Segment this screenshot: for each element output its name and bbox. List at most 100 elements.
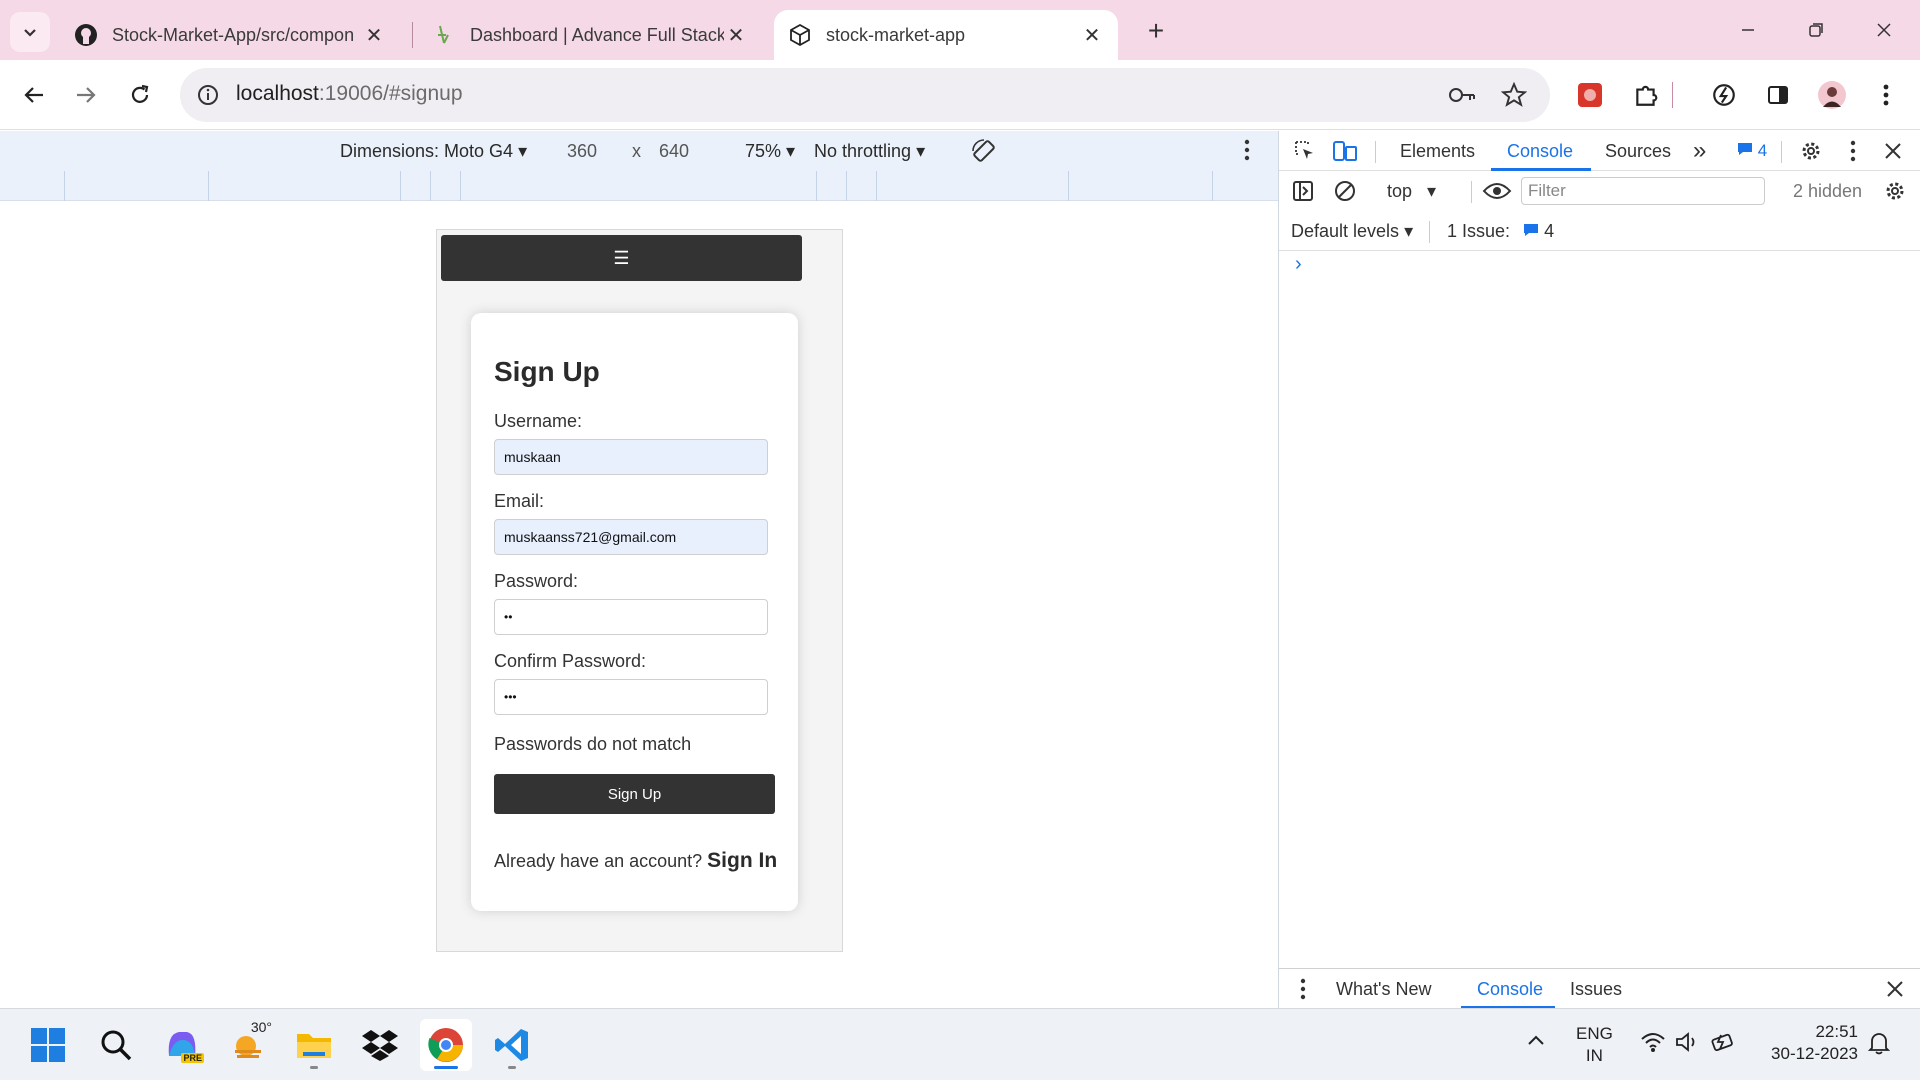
notifications-button[interactable]: [1867, 1031, 1891, 1061]
issues-link[interactable]: 1 Issue: 4: [1447, 221, 1554, 242]
browser-tab-github[interactable]: Stock-Market-App/src/compon ✕: [60, 10, 400, 60]
device-toolbar-menu-icon[interactable]: [1243, 139, 1251, 166]
sidebar-toggle-icon[interactable]: [1289, 177, 1317, 205]
extensions-puzzle-icon[interactable]: [1628, 77, 1664, 113]
devtools-tab-elements[interactable]: Elements: [1400, 141, 1475, 162]
close-window-button[interactable]: [1864, 12, 1904, 48]
cube-icon: [788, 23, 812, 47]
password-input[interactable]: ••: [494, 599, 768, 635]
tab-search-button[interactable]: [10, 12, 50, 52]
close-devtools-icon[interactable]: [1879, 137, 1907, 165]
arrow-left-icon: [24, 87, 43, 103]
inspect-element-icon[interactable]: [1291, 137, 1319, 165]
device-width-input[interactable]: 360: [567, 141, 597, 162]
device-dimensions-select[interactable]: Dimensions: Moto G4 ▾: [340, 141, 527, 162]
minimize-button[interactable]: [1728, 12, 1768, 48]
console-filter-input[interactable]: Filter: [1521, 177, 1765, 205]
throttling-select[interactable]: No throttling ▾: [814, 141, 925, 162]
bookmark-star-icon[interactable]: [1500, 81, 1528, 109]
throttling-value: No throttling: [814, 141, 912, 161]
clear-console-icon[interactable]: [1331, 177, 1359, 205]
profile-avatar[interactable]: [1814, 77, 1850, 113]
confirm-password-input[interactable]: •••: [494, 679, 768, 715]
ruler-segment[interactable]: [400, 171, 401, 201]
weather-widget[interactable]: 30°: [222, 1019, 274, 1071]
ruler-segment[interactable]: [1068, 171, 1069, 201]
vscode-button[interactable]: [486, 1019, 538, 1071]
email-input[interactable]: muskaanss721@gmail.com: [494, 519, 768, 555]
username-input[interactable]: muskaan: [494, 439, 768, 475]
search-icon: [101, 1030, 132, 1061]
console-settings-gear-icon[interactable]: [1881, 177, 1909, 205]
restore-button[interactable]: [1796, 12, 1836, 48]
extension-red-icon[interactable]: [1572, 77, 1608, 113]
issues-label: 1 Issue:: [1447, 221, 1511, 241]
back-button[interactable]: [16, 77, 52, 113]
signup-button[interactable]: Sign Up: [494, 774, 775, 814]
close-tab-icon[interactable]: ✕: [724, 23, 748, 48]
settings-gear-icon[interactable]: [1797, 137, 1825, 165]
performance-icon[interactable]: [1706, 77, 1742, 113]
media-query-ruler: [0, 171, 1278, 201]
browser-tab-stock-market-app[interactable]: stock-market-app ✕: [774, 10, 1118, 60]
devtools-menu-icon[interactable]: [1839, 137, 1867, 165]
address-bar[interactable]: localhost:19006/#signup: [180, 68, 1550, 122]
messages-badge[interactable]: 4: [1737, 141, 1767, 161]
file-explorer-button[interactable]: [288, 1019, 340, 1071]
context-select[interactable]: top ▾: [1387, 181, 1436, 202]
rotate-icon[interactable]: [970, 137, 998, 170]
drawer-menu-icon[interactable]: [1289, 975, 1317, 1003]
drawer-tab-whats-new[interactable]: What's New: [1336, 979, 1431, 1000]
username-label: Username:: [494, 411, 583, 431]
close-tab-icon[interactable]: ✕: [362, 23, 386, 48]
close-tab-icon[interactable]: ✕: [1080, 23, 1104, 48]
show-hidden-icons[interactable]: [1526, 1031, 1546, 1053]
ruler-segment[interactable]: [816, 171, 817, 201]
more-tabs-icon[interactable]: »: [1693, 137, 1706, 165]
signin-link[interactable]: Sign In: [707, 849, 777, 872]
minimize-icon: [1742, 29, 1754, 31]
key-icon[interactable]: [1448, 81, 1476, 109]
start-button[interactable]: [22, 1019, 74, 1071]
ruler-segment[interactable]: [1212, 171, 1213, 201]
ruler-segment[interactable]: [846, 171, 847, 201]
clock[interactable]: 22:51 30-12-2023: [1758, 1021, 1858, 1065]
new-tab-button[interactable]: +: [1138, 14, 1174, 50]
copilot-button[interactable]: PRE: [156, 1019, 208, 1071]
language-indicator[interactable]: ENG IN: [1576, 1023, 1613, 1067]
bell-icon: [1867, 1033, 1891, 1055]
console-prompt-icon[interactable]: ›: [1295, 253, 1302, 276]
browser-menu-icon[interactable]: [1868, 77, 1904, 113]
chrome-button[interactable]: [420, 1019, 472, 1071]
side-panel-icon[interactable]: [1760, 77, 1796, 113]
ruler-segment[interactable]: [64, 171, 65, 201]
search-button[interactable]: [90, 1019, 142, 1071]
devtools-tab-sources[interactable]: Sources: [1605, 141, 1671, 162]
close-drawer-icon[interactable]: [1881, 975, 1909, 1003]
drawer-tab-console[interactable]: Console: [1477, 979, 1543, 1000]
devtools-tab-console[interactable]: Console: [1507, 141, 1573, 162]
hamburger-menu-icon[interactable]: ☰: [613, 248, 629, 269]
vscode-icon: [495, 1029, 528, 1061]
device-dimensions-label: Dimensions: Moto G4: [340, 141, 514, 161]
live-expression-eye-icon[interactable]: [1479, 177, 1515, 205]
device-height-input[interactable]: 640: [659, 141, 689, 162]
password-label: Password:: [494, 571, 579, 591]
issues-count: 4: [1544, 221, 1555, 241]
ruler-segment[interactable]: [430, 171, 431, 201]
ruler-segment[interactable]: [460, 171, 461, 201]
log-levels-select[interactable]: Default levels ▾: [1291, 221, 1413, 242]
devtools-panel: Elements Console Sources » 4 top ▾ Filte…: [1278, 131, 1920, 1009]
browser-tab-dashboard[interactable]: Dashboard | Advance Full Stack ✕: [418, 10, 762, 60]
ruler-segment[interactable]: [208, 171, 209, 201]
forward-button[interactable]: [68, 77, 104, 113]
url-text[interactable]: localhost:19006/#signup: [236, 82, 463, 106]
reload-button[interactable]: [122, 77, 158, 113]
ruler-segment[interactable]: [876, 171, 877, 201]
drawer-tab-issues[interactable]: Issues: [1570, 979, 1622, 1000]
network-volume-battery[interactable]: [1640, 1031, 1737, 1059]
dropbox-button[interactable]: [354, 1019, 406, 1071]
site-info-icon[interactable]: [194, 81, 222, 109]
device-toggle-icon[interactable]: [1331, 137, 1359, 165]
zoom-select[interactable]: 75% ▾: [745, 141, 795, 162]
